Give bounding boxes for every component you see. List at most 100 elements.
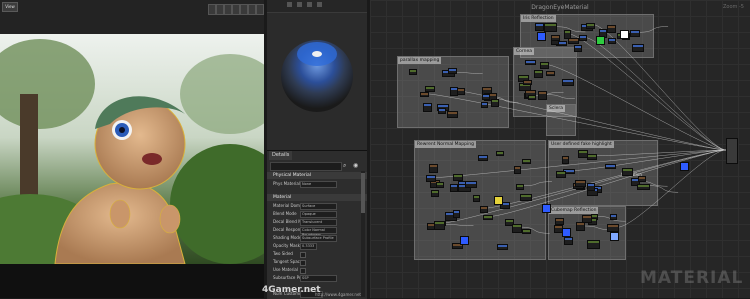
material-preview-panel[interactable] [267,0,367,150]
graph-node[interactable] [422,102,432,112]
graph-node[interactable] [539,62,549,70]
graph-node[interactable] [514,166,522,175]
cube-icon[interactable] [317,2,322,7]
graph-node[interactable] [431,189,440,197]
texture-sample-node[interactable] [542,204,551,213]
graph-node[interactable] [519,194,532,202]
graph-node[interactable] [496,244,508,251]
graph-node[interactable] [448,67,458,74]
graph-node[interactable] [511,223,522,233]
graph-node[interactable] [631,44,644,53]
graph-node[interactable] [429,163,439,173]
graph-node[interactable] [528,94,537,100]
graph-node[interactable] [481,102,489,109]
graph-node[interactable] [453,210,461,219]
blend-mode-dropdown[interactable]: Opaque [300,211,337,218]
graph-node[interactable] [491,98,500,107]
graph-node[interactable] [575,222,585,232]
graph-node[interactable] [515,183,524,190]
graph-node[interactable] [637,183,651,190]
texture-sample-node[interactable] [620,30,629,39]
perspective-icon[interactable] [208,4,216,15]
graph-node[interactable] [482,94,491,101]
graph-node[interactable] [525,60,537,66]
graph-node[interactable] [496,151,505,157]
graph-node[interactable] [450,183,459,192]
graph-node[interactable] [563,236,573,245]
decal-blend-dropdown[interactable]: Translucent [300,219,337,226]
texture-sample-node[interactable] [680,162,689,171]
graph-node[interactable] [533,69,543,78]
graph-node[interactable] [424,86,435,93]
graph-node[interactable] [586,153,597,160]
viewport-panel[interactable]: View [0,0,264,298]
grid-icon[interactable] [232,4,240,15]
graph-node[interactable] [608,37,617,44]
graph-node[interactable] [464,180,477,188]
graph-node[interactable] [630,29,641,37]
section-physical-material[interactable]: Physical Material [267,172,367,179]
texture-sample-node[interactable] [596,36,605,45]
graph-node[interactable] [453,173,464,181]
plane-icon[interactable] [307,2,312,7]
material-output-node[interactable] [726,138,738,164]
graph-node[interactable] [437,107,446,114]
graph-node[interactable] [446,111,458,119]
graph-node[interactable] [449,87,458,97]
graph-node[interactable] [483,214,494,220]
material-graph[interactable]: DragonEyeMaterial Zoom -5 Iris Reflectio… [370,0,750,298]
texture-sample-node[interactable] [494,196,503,205]
graph-node[interactable] [621,168,633,176]
graph-node[interactable] [604,164,616,170]
graph-node[interactable] [420,92,429,98]
graph-node[interactable] [556,170,567,178]
graph-node[interactable] [578,35,587,42]
graph-node[interactable] [606,25,616,34]
graph-node[interactable] [409,69,418,76]
graph-node[interactable] [586,183,595,192]
graph-node[interactable] [472,194,480,202]
graph-node[interactable] [522,80,532,86]
graph-node[interactable] [573,44,582,52]
decal-response-dropdown[interactable]: Color Normal Roughness [300,227,337,237]
details-scrollbar-thumb[interactable] [361,173,365,213]
graph-node[interactable] [522,228,532,234]
graph-node[interactable] [568,38,580,45]
graph-node[interactable] [544,23,558,33]
graph-node[interactable] [546,71,556,77]
shading-model-dropdown[interactable]: Subsurface Profile [300,235,337,242]
graph-node[interactable] [478,155,489,162]
opacity-mask-input[interactable]: 0.3333 [300,243,317,250]
eye-preview-sphere[interactable] [267,12,367,150]
graph-node[interactable] [561,79,574,87]
viewport-scene[interactable] [0,34,264,264]
texture-sample-node[interactable] [610,232,619,241]
details-search-input[interactable] [270,162,342,171]
graph-node[interactable] [537,91,547,101]
graph-node[interactable] [534,23,544,32]
graph-node[interactable] [521,158,531,164]
graph-node[interactable] [586,240,600,250]
camera-speed-icon[interactable] [256,4,264,15]
graph-node[interactable] [585,22,595,29]
view-menu-button[interactable]: View [2,2,18,12]
graph-node[interactable] [550,35,560,42]
cylinder-icon[interactable] [297,2,302,7]
material-domain-dropdown[interactable]: Surface [300,203,337,210]
lit-icon[interactable] [216,4,224,15]
scale-icon[interactable] [248,4,256,15]
section-material[interactable]: Material [267,194,367,201]
sphere-icon[interactable] [287,2,292,7]
graph-node[interactable] [480,205,489,213]
graph-node[interactable] [434,220,446,230]
texture-sample-node[interactable] [562,228,571,237]
graph-node[interactable] [435,182,444,189]
texture-sample-node[interactable] [537,32,546,41]
graph-node[interactable] [638,176,647,183]
graph-node[interactable] [426,175,437,183]
rotate-icon[interactable] [240,4,248,15]
subsurface-profile-dropdown[interactable]: SSP [300,275,337,282]
show-icon[interactable] [224,4,232,15]
graph-node[interactable] [574,180,586,188]
phys-material-dropdown[interactable]: None [300,181,337,188]
